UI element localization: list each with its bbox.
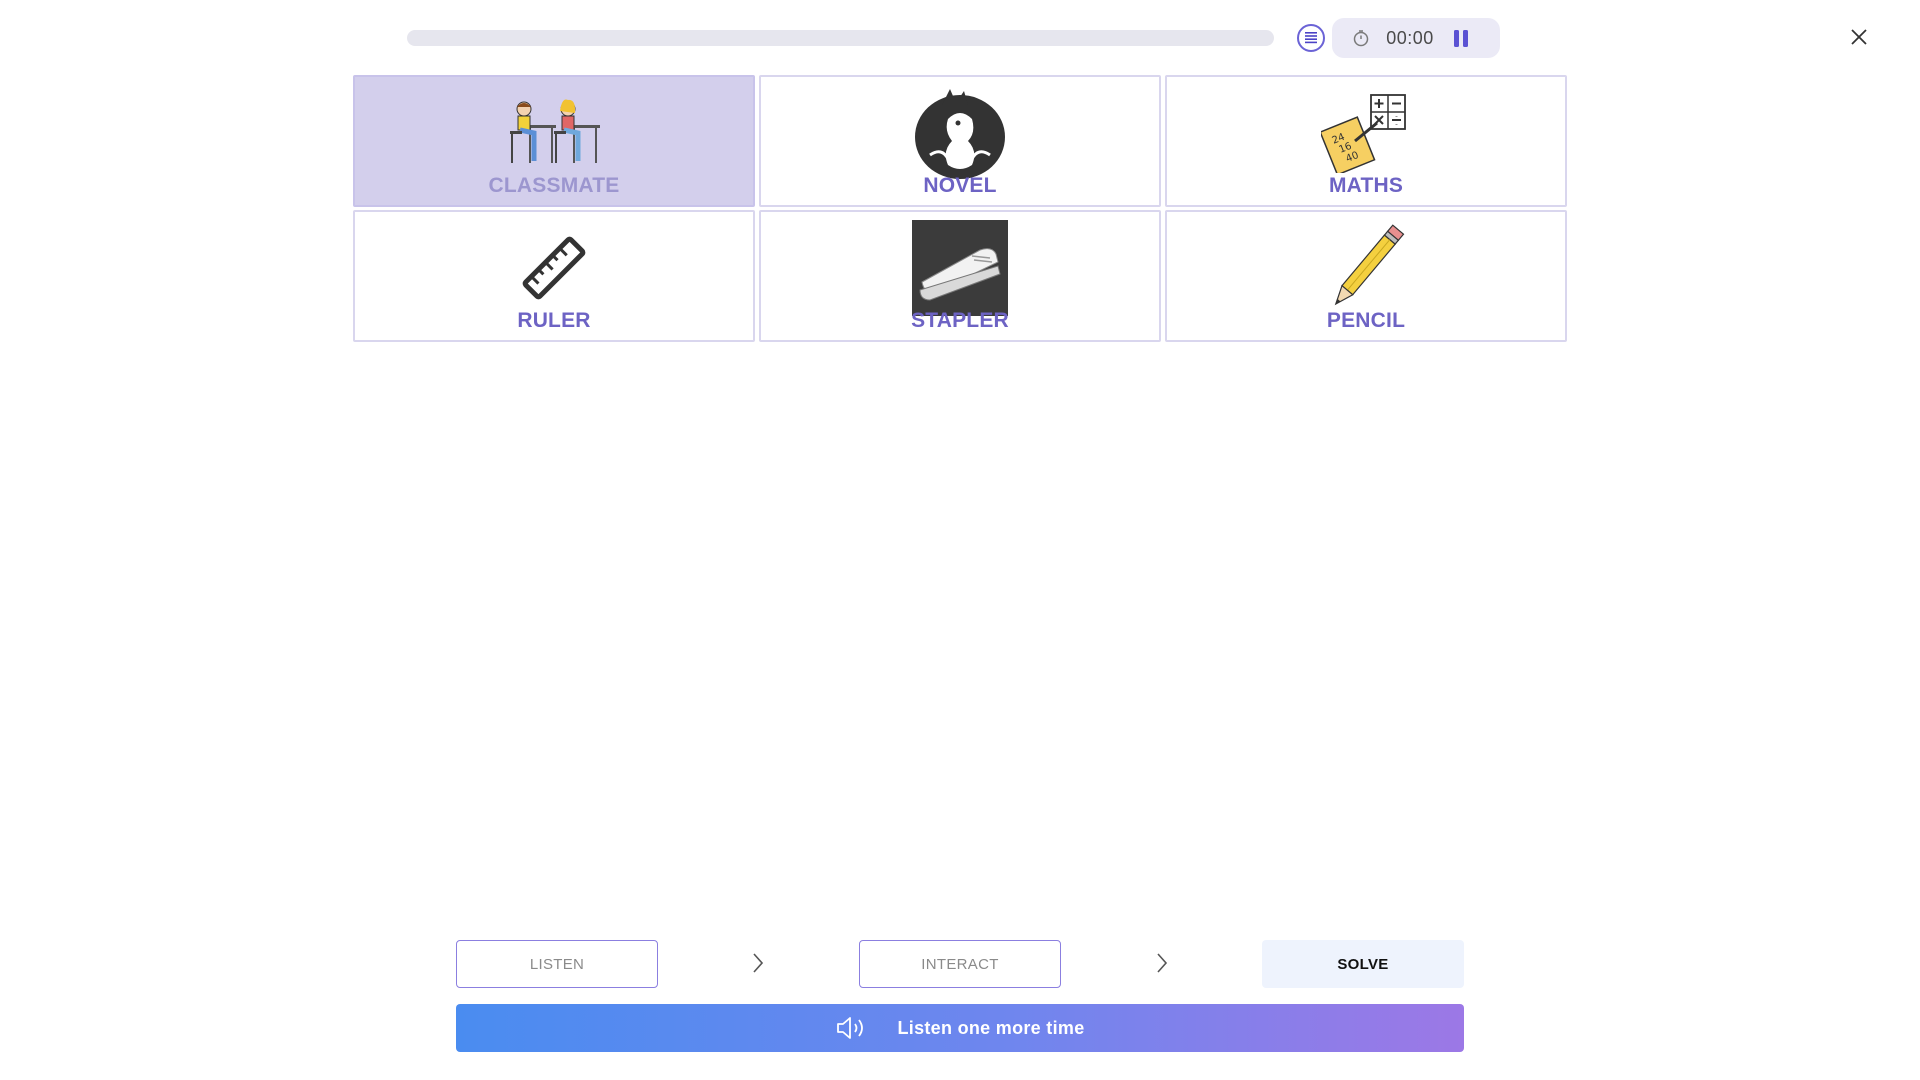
- card-label: PENCIL: [1326, 309, 1406, 332]
- progress-bar: [407, 30, 1274, 46]
- answer-grid: CLASSMATE NOVEL 24 16 40 MATHS RULER STA…: [353, 75, 1567, 342]
- list-icon: [1305, 32, 1317, 44]
- card-novel[interactable]: NOVEL: [759, 75, 1161, 207]
- step-interact[interactable]: INTERACT: [859, 940, 1061, 988]
- card-label: RULER: [517, 309, 591, 332]
- card-pencil[interactable]: PENCIL: [1165, 210, 1567, 342]
- close-icon: [1851, 29, 1867, 45]
- step-listen[interactable]: LISTEN: [456, 940, 658, 988]
- speaker-icon: [837, 1017, 864, 1039]
- close-button[interactable]: [1844, 22, 1874, 52]
- card-maths[interactable]: 24 16 40 MATHS: [1165, 75, 1567, 207]
- card-ruler[interactable]: RULER: [353, 210, 755, 342]
- classmates-at-desks-icon: [510, 99, 600, 163]
- card-label: STAPLER: [911, 309, 1009, 332]
- card-label: CLASSMATE: [488, 174, 620, 197]
- pause-icon: [1454, 29, 1459, 47]
- chevron-right-icon: [1157, 953, 1168, 973]
- ruler-icon: [522, 236, 586, 300]
- card-label: NOVEL: [923, 174, 997, 197]
- pencil-icon: [1334, 224, 1405, 306]
- maths-worksheet-icon: 24 16 40: [1321, 94, 1406, 173]
- timer-value: 00:00: [1386, 27, 1434, 48]
- stapler-icon: [912, 220, 1008, 316]
- step-solve[interactable]: SOLVE: [1262, 940, 1464, 988]
- card-classmate[interactable]: CLASSMATE: [353, 75, 755, 207]
- chevron-right-icon: [753, 953, 764, 973]
- timer: 00:00: [1332, 18, 1500, 58]
- card-label: MATHS: [1328, 174, 1404, 197]
- pause-button[interactable]: [1454, 29, 1468, 47]
- listen-again-button[interactable]: Listen one more time: [456, 1004, 1464, 1052]
- stopwatch-icon: [1353, 30, 1369, 47]
- menu-button[interactable]: [1297, 24, 1325, 52]
- card-stapler[interactable]: STAPLER: [759, 210, 1161, 342]
- dragon-book-icon: [915, 89, 1005, 179]
- listen-again-label: Listen one more time: [897, 1017, 1085, 1038]
